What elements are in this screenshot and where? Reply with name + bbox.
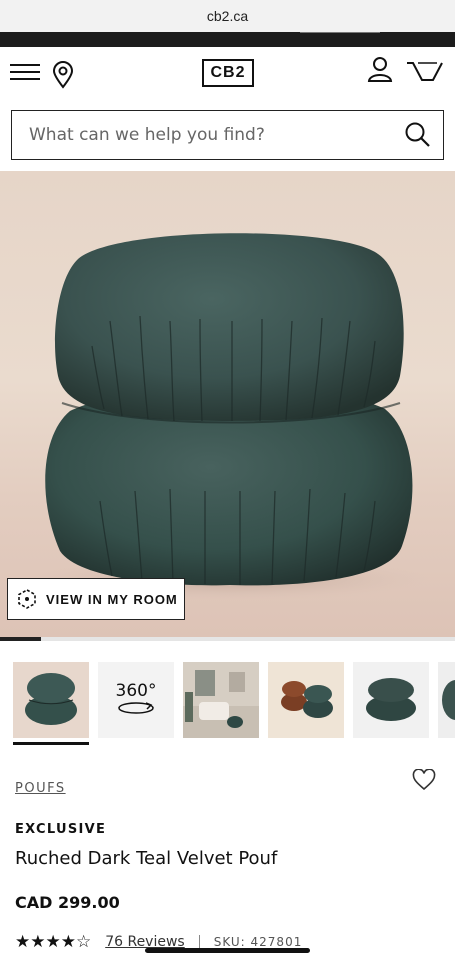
gallery-progress-bar [0, 637, 455, 641]
thumbnail-living-room[interactable] [183, 662, 259, 738]
360-label: 360° [115, 681, 157, 701]
url-text: cb2.ca [206, 8, 249, 24]
heart-icon[interactable] [412, 768, 436, 791]
thumbnail-pouf-front[interactable] [13, 662, 89, 738]
rating-stars: ★★★★☆ [15, 932, 92, 952]
browser-url-bar[interactable]: cb2.ca [0, 0, 455, 32]
sku-text: SKU: 427801 [213, 935, 303, 949]
search-input[interactable] [12, 111, 393, 159]
thumbnail-next-partial[interactable] [438, 662, 455, 738]
rotate-360-icon [118, 702, 154, 714]
cart-icon[interactable] [405, 57, 445, 85]
thumbnail-pouf-side[interactable] [353, 662, 429, 738]
product-title: Ruched Dark Teal Velvet Pouf [15, 848, 278, 869]
store-locator-icon[interactable] [52, 61, 74, 89]
menu-icon[interactable] [10, 64, 42, 84]
thumbnail-strip: 360° [0, 662, 455, 748]
thumbnail-pouf-pair[interactable] [268, 662, 344, 738]
product-price: CAD 299.00 [15, 893, 120, 912]
gallery-progress-fill [0, 637, 41, 641]
product-hero-image[interactable] [0, 171, 455, 637]
view-in-my-room-label: VIEW IN MY ROOM [46, 591, 178, 607]
thumbnail-selected-indicator [13, 742, 89, 745]
search-box [11, 110, 444, 160]
exclusive-badge: EXCLUSIVE [15, 822, 107, 837]
thumbnail-360-view[interactable]: 360° [98, 662, 174, 738]
site-header: CB2 [0, 47, 455, 107]
ar-cube-icon [18, 589, 36, 609]
home-indicator [145, 948, 310, 953]
account-icon[interactable] [367, 56, 393, 82]
divider [198, 935, 200, 949]
search-icon[interactable] [393, 111, 443, 159]
view-in-my-room-button[interactable]: VIEW IN MY ROOM [7, 578, 185, 620]
promo-bar [0, 32, 455, 47]
cb2-logo[interactable]: CB2 [202, 59, 254, 87]
category-link[interactable]: POUFS [15, 781, 66, 796]
